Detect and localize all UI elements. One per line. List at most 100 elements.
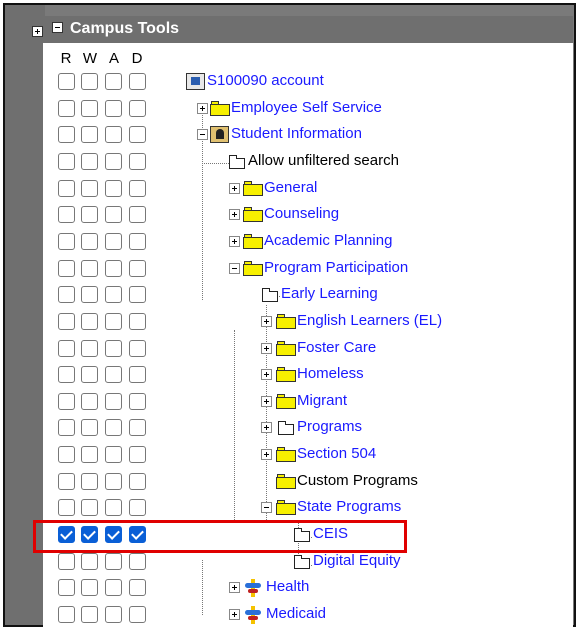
collapse-toggle-icon[interactable] (197, 129, 208, 140)
collapse-toggle-icon[interactable] (261, 502, 272, 513)
checkbox-r[interactable] (58, 313, 75, 330)
checkbox-r[interactable] (58, 153, 75, 170)
expand-toggle-icon[interactable] (229, 209, 240, 220)
checkbox-r[interactable] (58, 286, 75, 303)
tree-item-label[interactable]: Counseling (264, 205, 339, 222)
tree-item-label[interactable]: Allow unfiltered search (248, 152, 399, 169)
expand-toggle-icon[interactable] (229, 609, 240, 620)
tree-item-label[interactable]: S100090 account (207, 72, 324, 89)
checkbox-w[interactable] (81, 286, 98, 303)
checkbox-a[interactable] (105, 499, 122, 516)
tree-item-label[interactable]: Student Information (231, 125, 362, 142)
checkbox-a[interactable] (105, 446, 122, 463)
tree-item-label[interactable]: Medicaid (266, 605, 326, 622)
checkbox-w[interactable] (81, 340, 98, 357)
checkbox-w[interactable] (81, 313, 98, 330)
checkbox-d[interactable] (129, 100, 146, 117)
checkbox-d[interactable] (129, 340, 146, 357)
checkbox-w[interactable] (81, 579, 98, 596)
checkbox-a[interactable] (105, 180, 122, 197)
tree-item-label[interactable]: Section 504 (297, 445, 376, 462)
checkbox-d[interactable] (129, 606, 146, 623)
checkbox-a[interactable] (105, 313, 122, 330)
checkbox-r[interactable] (58, 393, 75, 410)
checkbox-w[interactable] (81, 73, 98, 90)
checkbox-d[interactable] (129, 180, 146, 197)
checkbox-r[interactable] (58, 206, 75, 223)
checkbox-r[interactable] (58, 419, 75, 436)
checkbox-w[interactable] (81, 446, 98, 463)
checkbox-r[interactable] (58, 100, 75, 117)
checkbox-d[interactable] (129, 446, 146, 463)
checkbox-w[interactable] (81, 499, 98, 516)
checkbox-w[interactable] (81, 366, 98, 383)
checkbox-r[interactable] (58, 473, 75, 490)
checkbox-a[interactable] (105, 393, 122, 410)
checkbox-a[interactable] (105, 286, 122, 303)
checkbox-w[interactable] (81, 473, 98, 490)
checkbox-r[interactable] (58, 553, 75, 570)
checkbox-d[interactable] (129, 553, 146, 570)
checkbox-a[interactable] (105, 579, 122, 596)
checkbox-a[interactable] (105, 366, 122, 383)
tree-item-label[interactable]: Homeless (297, 365, 364, 382)
checkbox-d[interactable] (129, 286, 146, 303)
checkbox-d[interactable] (129, 153, 146, 170)
checkbox-d[interactable] (129, 499, 146, 516)
expand-toggle-icon[interactable] (229, 236, 240, 247)
expand-toggle-icon[interactable] (261, 369, 272, 380)
checkbox-d[interactable] (129, 393, 146, 410)
checkbox-r[interactable] (58, 260, 75, 277)
checkbox-w[interactable] (81, 260, 98, 277)
tree-item-label[interactable]: English Learners (EL) (297, 312, 442, 329)
checkbox-w[interactable] (81, 180, 98, 197)
tree-item-label[interactable]: Employee Self Service (231, 99, 382, 116)
checkbox-w[interactable] (81, 553, 98, 570)
checkbox-d[interactable] (129, 260, 146, 277)
checkbox-a[interactable] (105, 260, 122, 277)
tree-item-label[interactable]: Health (266, 578, 309, 595)
tree-item-label[interactable]: Custom Programs (297, 472, 418, 489)
checkbox-r[interactable] (58, 606, 75, 623)
checkbox-d[interactable] (129, 73, 146, 90)
checkbox-w[interactable] (81, 206, 98, 223)
checkbox-r[interactable] (58, 340, 75, 357)
checkbox-a[interactable] (105, 126, 122, 143)
checkbox-a[interactable] (105, 233, 122, 250)
checkbox-d[interactable] (129, 233, 146, 250)
tree-item-label[interactable]: Program Participation (264, 259, 408, 276)
checkbox-d[interactable] (129, 126, 146, 143)
tree-item-label[interactable]: Migrant (297, 392, 347, 409)
expand-toggle-icon[interactable] (261, 343, 272, 354)
checkbox-a[interactable] (105, 153, 122, 170)
expand-toggle-icon[interactable] (261, 316, 272, 327)
checkbox-a[interactable] (105, 73, 122, 90)
expand-toggle-icon[interactable] (229, 582, 240, 593)
checkbox-r[interactable] (58, 73, 75, 90)
tree-item-label[interactable]: Academic Planning (264, 232, 392, 249)
checkbox-w[interactable] (81, 100, 98, 117)
checkbox-a[interactable] (105, 419, 122, 436)
checkbox-w[interactable] (81, 606, 98, 623)
tree-item-label[interactable]: Early Learning (281, 285, 378, 302)
checkbox-r[interactable] (58, 579, 75, 596)
expand-toggle-icon[interactable] (261, 422, 272, 433)
checkbox-d[interactable] (129, 419, 146, 436)
checkbox-d[interactable] (129, 579, 146, 596)
checkbox-r[interactable] (58, 233, 75, 250)
checkbox-w[interactable] (81, 126, 98, 143)
checkbox-r[interactable] (58, 366, 75, 383)
checkbox-d[interactable] (129, 206, 146, 223)
checkbox-r[interactable] (58, 499, 75, 516)
checkbox-w[interactable] (81, 419, 98, 436)
checkbox-a[interactable] (105, 340, 122, 357)
tree-item-label[interactable]: State Programs (297, 498, 401, 515)
checkbox-r[interactable] (58, 126, 75, 143)
expand-toggle-icon[interactable] (197, 103, 208, 114)
checkbox-a[interactable] (105, 473, 122, 490)
tree-item-label[interactable]: General (264, 179, 317, 196)
tree-item-label[interactable]: Foster Care (297, 339, 376, 356)
checkbox-w[interactable] (81, 233, 98, 250)
expand-icon[interactable] (32, 26, 43, 37)
checkbox-a[interactable] (105, 553, 122, 570)
